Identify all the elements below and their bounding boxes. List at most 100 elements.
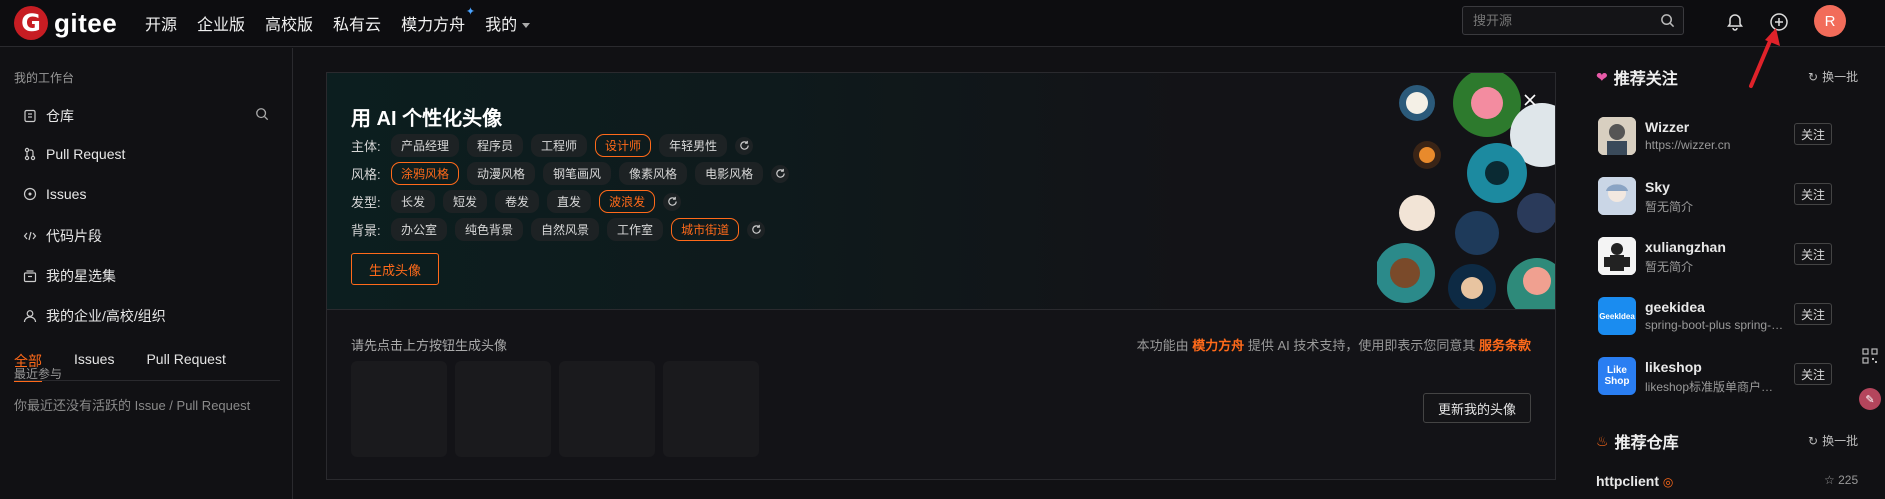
ai-avatar-options-panel: 用 AI 个性化头像 主体: 产品经理 程序员 工程师 设计师 年轻男性 风格:… bbox=[327, 73, 1555, 310]
option-chip[interactable]: 办公室 bbox=[391, 218, 448, 241]
user-name[interactable]: Sky bbox=[1645, 179, 1670, 195]
follow-button[interactable]: 关注 bbox=[1794, 243, 1832, 265]
nav-education[interactable]: 高校版 bbox=[265, 11, 313, 35]
follow-button[interactable]: 关注 bbox=[1794, 123, 1832, 145]
refresh-icon[interactable] bbox=[747, 220, 766, 239]
option-label: 发型: bbox=[351, 195, 381, 210]
option-chip[interactable]: 钢笔画风 bbox=[543, 162, 612, 185]
option-chip[interactable]: 直发 bbox=[547, 190, 592, 213]
avatar-slot[interactable] bbox=[455, 361, 551, 457]
nav-mine-dropdown[interactable]: 我的 bbox=[485, 11, 531, 35]
option-chip[interactable]: 年轻男性 bbox=[659, 134, 728, 157]
code-snippet-icon bbox=[22, 228, 38, 244]
sidebar-item-pull-request[interactable]: Pull Request bbox=[22, 146, 125, 162]
star-count: 225 bbox=[1838, 473, 1859, 487]
workspace-title: 我的工作台 bbox=[14, 71, 75, 85]
option-chip[interactable]: 产品经理 bbox=[391, 134, 460, 157]
option-chip[interactable]: 卷发 bbox=[495, 190, 540, 213]
avatar[interactable] bbox=[1598, 237, 1636, 275]
user-name[interactable]: geekidea bbox=[1645, 299, 1705, 315]
avatar[interactable] bbox=[1598, 177, 1636, 215]
sidebar-item-label: 我的企业/高校/组织 bbox=[46, 308, 166, 324]
avatar-slot[interactable] bbox=[559, 361, 655, 457]
repo-name-text: httpclient bbox=[1596, 473, 1659, 489]
search-icon[interactable] bbox=[254, 106, 270, 122]
option-chip[interactable]: 动漫风格 bbox=[467, 162, 536, 185]
sidebar-item-label: 仓库 bbox=[46, 108, 74, 124]
nav-enterprise[interactable]: 企业版 bbox=[197, 11, 245, 35]
pull-request-icon bbox=[22, 146, 38, 162]
tab-pull-request[interactable]: Pull Request bbox=[146, 351, 225, 382]
refresh-icon[interactable] bbox=[771, 164, 790, 183]
option-chip[interactable]: 长发 bbox=[391, 190, 436, 213]
tab-all[interactable]: 全部 bbox=[14, 351, 42, 382]
close-icon[interactable] bbox=[1521, 91, 1539, 109]
user-avatar[interactable]: R bbox=[1814, 5, 1846, 37]
option-chip-selected[interactable]: 波浪发 bbox=[599, 190, 656, 213]
recommended-user: GeekIdea geekidea spring-boot-plus sprin… bbox=[1598, 295, 1868, 337]
option-chip[interactable]: 短发 bbox=[443, 190, 488, 213]
policy-middle: 提供 AI 技术支持，使用即表示您同意其 bbox=[1244, 338, 1479, 353]
option-row-style: 风格: 涂鸦风格 动漫风格 钢笔画风 像素风格 电影风格 bbox=[351, 162, 790, 185]
option-label: 风格: bbox=[351, 167, 381, 182]
avatar[interactable] bbox=[1598, 117, 1636, 155]
repo-name[interactable]: httpclient ◎ bbox=[1596, 473, 1673, 489]
user-name[interactable]: xuliangzhan bbox=[1645, 239, 1726, 255]
recommended-user: Wizzer https://wizzer.cn 关注 bbox=[1598, 115, 1868, 157]
qrcode-icon[interactable] bbox=[1859, 345, 1881, 367]
avatar[interactable]: GeekIdea bbox=[1598, 297, 1636, 335]
option-label: 背景: bbox=[351, 223, 381, 238]
option-row-hair: 发型: 长发 短发 卷发 直发 波浪发 bbox=[351, 190, 682, 213]
avatar-slot[interactable] bbox=[663, 361, 759, 457]
sidebar-item-collections[interactable]: 我的星选集 bbox=[22, 266, 116, 286]
nav-moli-fangzhou[interactable]: 模力方舟 ✦ bbox=[401, 6, 475, 35]
refresh-icon[interactable] bbox=[663, 192, 682, 211]
user-name[interactable]: likeshop bbox=[1645, 359, 1702, 375]
repo-stars: ☆ 225 bbox=[1824, 473, 1858, 487]
nav-open-source[interactable]: 开源 bbox=[145, 11, 177, 35]
follow-button[interactable]: 关注 bbox=[1794, 363, 1832, 385]
follow-button[interactable]: 关注 bbox=[1794, 183, 1832, 205]
assistant-float-icon[interactable]: ✎ bbox=[1859, 388, 1881, 410]
gitee-logo-text: gitee bbox=[54, 7, 118, 38]
option-chip[interactable]: 电影风格 bbox=[695, 162, 764, 185]
option-chip[interactable]: 纯色背景 bbox=[455, 218, 524, 241]
user-name[interactable]: Wizzer bbox=[1645, 119, 1689, 135]
option-row-subject: 主体: 产品经理 程序员 工程师 设计师 年轻男性 bbox=[351, 134, 754, 157]
option-chip[interactable]: 程序员 bbox=[467, 134, 524, 157]
right-panel: ❤ 推荐关注 ↻ 换一批 Wizzer https://wizzer.cn 关注… bbox=[1576, 48, 1885, 499]
sidebar-item-issues[interactable]: Issues bbox=[22, 186, 86, 202]
option-chip[interactable]: 工程师 bbox=[531, 134, 588, 157]
refresh-icon[interactable] bbox=[735, 136, 754, 155]
swap-users-button[interactable]: ↻ 换一批 bbox=[1808, 68, 1858, 85]
option-chip[interactable]: 像素风格 bbox=[619, 162, 688, 185]
avatar[interactable]: Like Shop bbox=[1598, 357, 1636, 395]
user-desc: 暂无简介 bbox=[1645, 200, 1694, 214]
tab-issues[interactable]: Issues bbox=[74, 351, 114, 382]
terms-of-service-link[interactable]: 服务条款 bbox=[1479, 338, 1531, 353]
swap-repos-button[interactable]: ↻ 换一批 bbox=[1808, 432, 1858, 449]
moli-fangzhou-link[interactable]: 模力方舟 bbox=[1192, 338, 1244, 353]
recommended-user: Like Shop likeshop likeshop标准版单商户源码，like… bbox=[1598, 355, 1868, 397]
option-chip-selected[interactable]: 涂鸦风格 bbox=[391, 162, 460, 185]
recommended-user: Sky 暂无简介 关注 bbox=[1598, 175, 1868, 217]
option-chip-selected[interactable]: 设计师 bbox=[595, 134, 652, 157]
option-chip[interactable]: 工作室 bbox=[607, 218, 664, 241]
option-chip[interactable]: 自然风景 bbox=[531, 218, 600, 241]
option-chip-selected[interactable]: 城市街道 bbox=[671, 218, 740, 241]
gitee-logo[interactable]: G gitee bbox=[14, 6, 124, 40]
follow-button[interactable]: 关注 bbox=[1794, 303, 1832, 325]
update-avatar-button[interactable]: 更新我的头像 bbox=[1422, 393, 1531, 423]
sidebar-item-code-snippets[interactable]: 代码片段 bbox=[22, 226, 102, 246]
sidebar-item-repos[interactable]: 仓库 bbox=[22, 106, 74, 126]
recommend-users-header: ❤ 推荐关注 bbox=[1596, 65, 1678, 89]
nav-moli-fangzhou-label: 模力方舟 bbox=[401, 17, 466, 34]
sidebar-item-organizations[interactable]: 我的企业/高校/组织 bbox=[22, 306, 166, 326]
search-icon[interactable] bbox=[1658, 12, 1676, 30]
avatar-slot[interactable] bbox=[351, 361, 447, 457]
nav-private-cloud[interactable]: 私有云 bbox=[333, 11, 381, 35]
generate-avatar-button[interactable]: 生成头像 bbox=[351, 253, 439, 285]
search-input[interactable] bbox=[1473, 13, 1648, 28]
nav-mine-label: 我的 bbox=[485, 17, 518, 34]
repo-icon bbox=[22, 108, 38, 124]
